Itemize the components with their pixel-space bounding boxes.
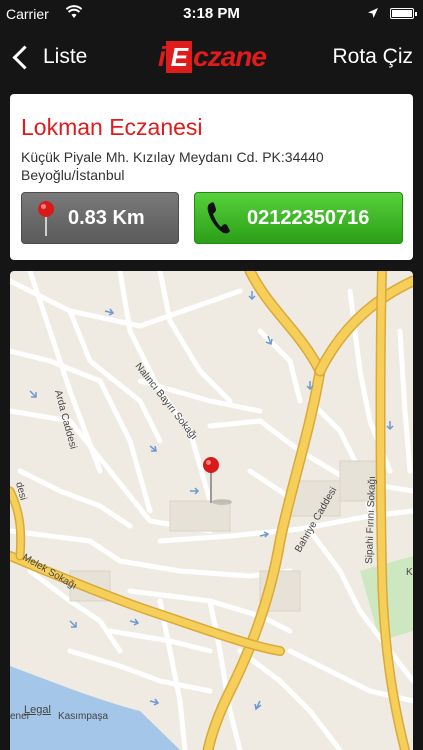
chevron-left-icon [12, 44, 37, 70]
phone-icon [207, 202, 230, 234]
map-canvas: Nalıncı Bayırı Sokağı Arda Caddesi Bahri… [10, 271, 413, 750]
street-label-kasimpasa: Kasımpaşa [58, 711, 108, 722]
address-line-2: Beyoğlu/İstanbul [21, 167, 125, 183]
map-view[interactable]: Nalıncı Bayırı Sokağı Arda Caddesi Bahri… [10, 271, 413, 750]
back-button[interactable]: Liste [10, 41, 87, 73]
battery-icon [390, 8, 417, 19]
pharmacy-name: Lokman Eczanesi [21, 114, 203, 140]
pharmacy-card: Lokman Eczanesi Küçük Piyale Mh. Kızılay… [10, 94, 413, 260]
street-label-k: K [406, 567, 413, 578]
route-button[interactable]: Rota Çiz [332, 45, 413, 69]
call-button[interactable]: 02122350716 [194, 192, 403, 244]
pharmacy-address: Küçük Piyale Mh. Kızılay Meydanı Cd. PK:… [21, 148, 401, 184]
distance-value: 0.83 Km [68, 206, 145, 229]
status-bar: Carrier 3:18 PM [0, 0, 423, 28]
address-line-1: Küçük Piyale Mh. Kızılay Meydanı Cd. PK:… [21, 149, 324, 165]
clock: 3:18 PM [183, 5, 240, 22]
navigation-bar: Liste i Eczane Rota Çiz [0, 28, 423, 86]
distance-button[interactable]: 0.83 Km [21, 192, 179, 244]
street-label-sipahi: Sipahi Fırını Sokağı [364, 476, 378, 564]
app-logo: i Eczane [158, 41, 267, 73]
back-label: Liste [43, 45, 88, 68]
location-arrow-icon [367, 6, 379, 22]
legal-link[interactable]: Legal [24, 704, 51, 716]
map-pin-icon [38, 201, 54, 236]
phone-number: 02122350716 [247, 206, 370, 229]
